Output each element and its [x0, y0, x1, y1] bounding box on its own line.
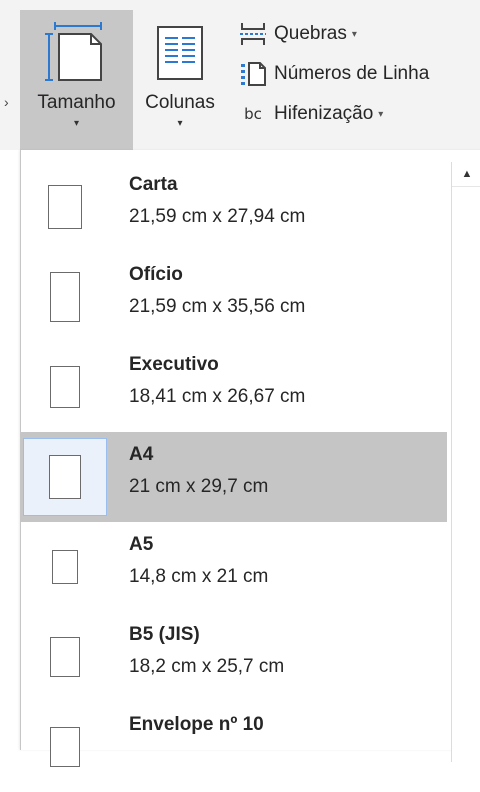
page-size-text: Carta 21,59 cm x 27,94 cm [129, 174, 305, 228]
size-button[interactable]: Tamanho ▾ [20, 10, 133, 150]
page-size-dimensions: 21 cm x 29,7 cm [129, 476, 269, 497]
breaks-icon [232, 21, 274, 47]
size-button-label: Tamanho [37, 92, 116, 113]
page-size-text: A5 14,8 cm x 21 cm [129, 534, 268, 588]
page-icon [50, 272, 80, 322]
ribbon-page-setup-group: › Tamanho ▾ Colunas ▾ Quebras ▾ Números … [0, 0, 480, 150]
page-size-text: A4 21 cm x 29,7 cm [129, 444, 268, 498]
scroll-up-button[interactable]: ▲ [452, 162, 480, 187]
columns-icon [157, 18, 203, 88]
page-thumbnail [23, 438, 107, 516]
chevron-down-icon: ▾ [378, 108, 384, 120]
page-thumbnail [23, 618, 107, 696]
chevron-down-icon: ▾ [177, 118, 183, 129]
scrollbar[interactable]: ▲ [451, 162, 480, 762]
chevron-down-icon: ▾ [73, 118, 80, 129]
page-size-dimensions: 18,41 cm x 26,67 cm [129, 386, 306, 407]
line-numbers-icon [232, 61, 274, 87]
page-size-name: Executivo [129, 354, 219, 375]
line-numbers-label: Números de Linha [274, 63, 430, 84]
page-icon [48, 185, 82, 229]
page-size-option[interactable]: A5 14,8 cm x 21 cm [21, 522, 447, 612]
hyphenation-button[interactable]: bc Hifenização ▾ [232, 94, 480, 134]
breaks-label: Quebras [274, 23, 347, 44]
page-size-name: Carta [129, 174, 178, 195]
columns-button-label: Colunas [145, 92, 215, 113]
page-thumbnail [23, 258, 107, 336]
page-size-name: A5 [129, 534, 154, 555]
page-size-text: B5 (JIS) 18,2 cm x 25,7 cm [129, 624, 284, 678]
page-size-name: Envelope nº 10 [129, 714, 264, 735]
page-thumbnail [23, 528, 107, 606]
page-thumbnail [23, 708, 107, 786]
page-thumbnail [23, 168, 107, 246]
page-icon [52, 550, 78, 584]
page-size-option[interactable]: A4 21 cm x 29,7 cm [21, 432, 447, 522]
page-icon [50, 637, 80, 677]
hyphenation-label: Hifenização [274, 103, 374, 124]
page-size-option[interactable]: Carta 21,59 cm x 27,94 cm [21, 162, 447, 252]
page-size-text: Ofício 21,59 cm x 35,56 cm [129, 264, 305, 318]
small-buttons-column: Quebras ▾ Números de Linha bc Hifenizaçã… [232, 14, 480, 134]
columns-button[interactable]: Colunas ▾ [133, 10, 227, 150]
hyphenation-icon: bc [244, 105, 262, 123]
page-size-name: Ofício [129, 264, 183, 285]
page-icon [49, 455, 81, 499]
page-size-name: B5 (JIS) [129, 624, 200, 645]
page-size-dimensions: 18,2 cm x 25,7 cm [129, 656, 285, 677]
page-size-dimensions: 21,59 cm x 35,56 cm [129, 296, 306, 317]
page-size-text: Executivo 18,41 cm x 26,67 cm [129, 354, 305, 408]
page-size-option[interactable]: Ofício 21,59 cm x 35,56 cm [21, 252, 447, 342]
page-size-icon [44, 18, 109, 88]
page-size-name: A4 [129, 444, 154, 465]
page-thumbnail [23, 348, 107, 426]
chevron-down-icon: ▾ [351, 28, 357, 40]
page-size-option[interactable]: Executivo 18,41 cm x 26,67 cm [21, 342, 447, 432]
line-numbers-button[interactable]: Números de Linha [232, 54, 480, 94]
page-size-text: Envelope nº 10 [129, 714, 264, 746]
cut-off-arrow-icon: › [4, 94, 9, 110]
page-size-dimensions: 21,59 cm x 27,94 cm [129, 206, 306, 227]
page-icon [50, 727, 80, 767]
page-size-option[interactable]: Envelope nº 10 [21, 702, 447, 792]
page-size-dropdown: Carta 21,59 cm x 27,94 cm Ofício 21,59 cm x… [20, 150, 480, 767]
page-icon [50, 366, 80, 408]
page-size-dimensions: 14,8 cm x 21 cm [129, 566, 269, 587]
breaks-button[interactable]: Quebras ▾ [232, 14, 480, 54]
page-size-option[interactable]: B5 (JIS) 18,2 cm x 25,7 cm [21, 612, 447, 702]
page-size-list: Carta 21,59 cm x 27,94 cm Ofício 21,59 cm x… [21, 162, 447, 792]
